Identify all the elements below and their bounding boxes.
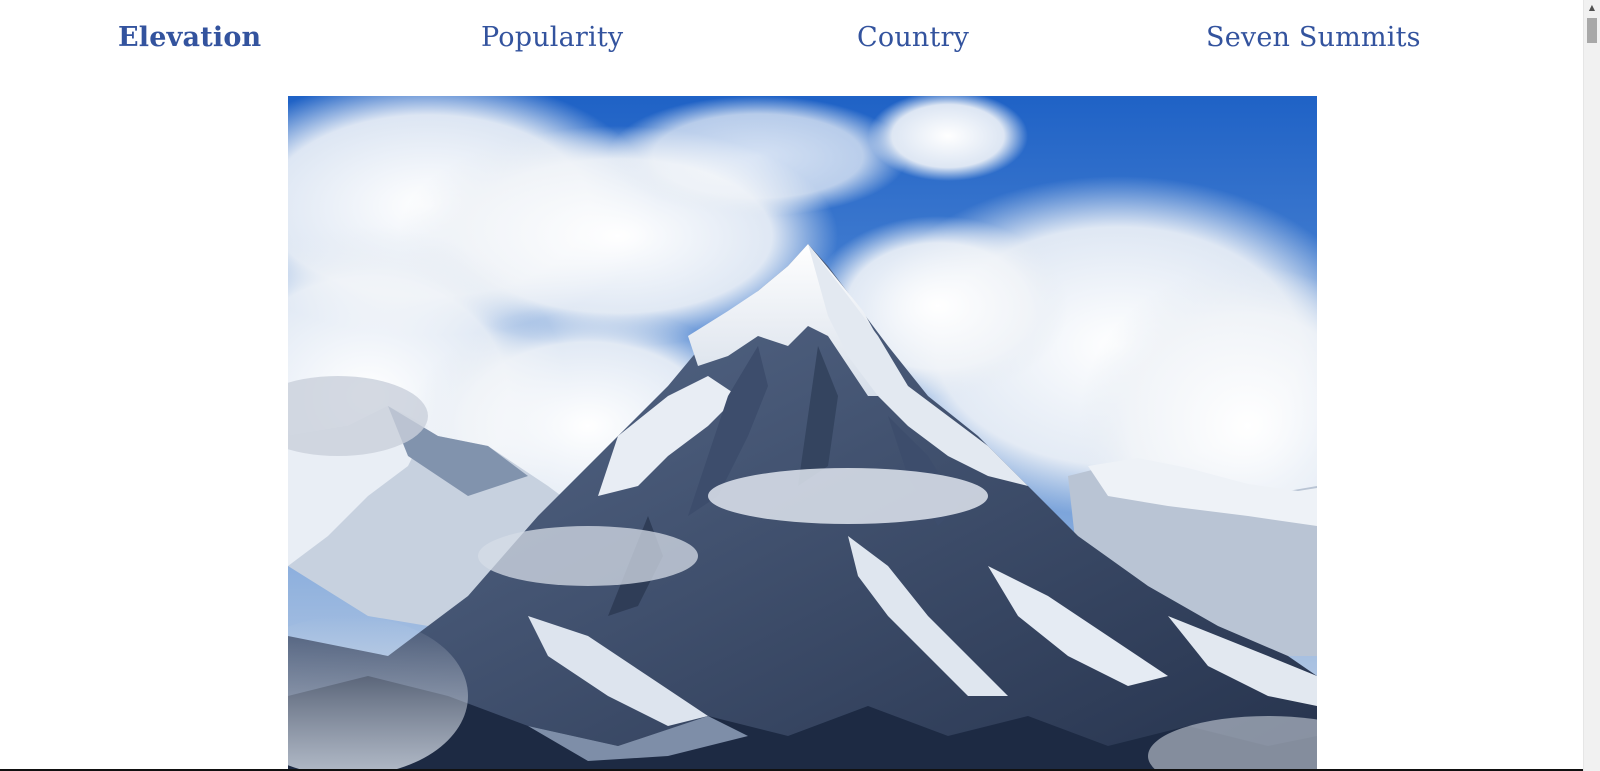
tab-elevation[interactable]: Elevation [118,18,261,58]
vertical-scrollbar[interactable]: ▲ [1583,0,1600,771]
category-nav: Elevation Popularity Country Seven Summi… [0,0,1583,80]
page: Elevation Popularity Country Seven Summi… [0,0,1600,771]
tab-country[interactable]: Country [857,18,969,58]
mountain-illustration [288,96,1317,770]
scroll-up-arrow-icon[interactable]: ▲ [1584,0,1600,16]
hero-mountain-image [288,96,1317,770]
tab-popularity[interactable]: Popularity [481,18,623,58]
tab-seven-summits[interactable]: Seven Summits [1206,18,1421,58]
scroll-thumb[interactable] [1587,18,1597,43]
